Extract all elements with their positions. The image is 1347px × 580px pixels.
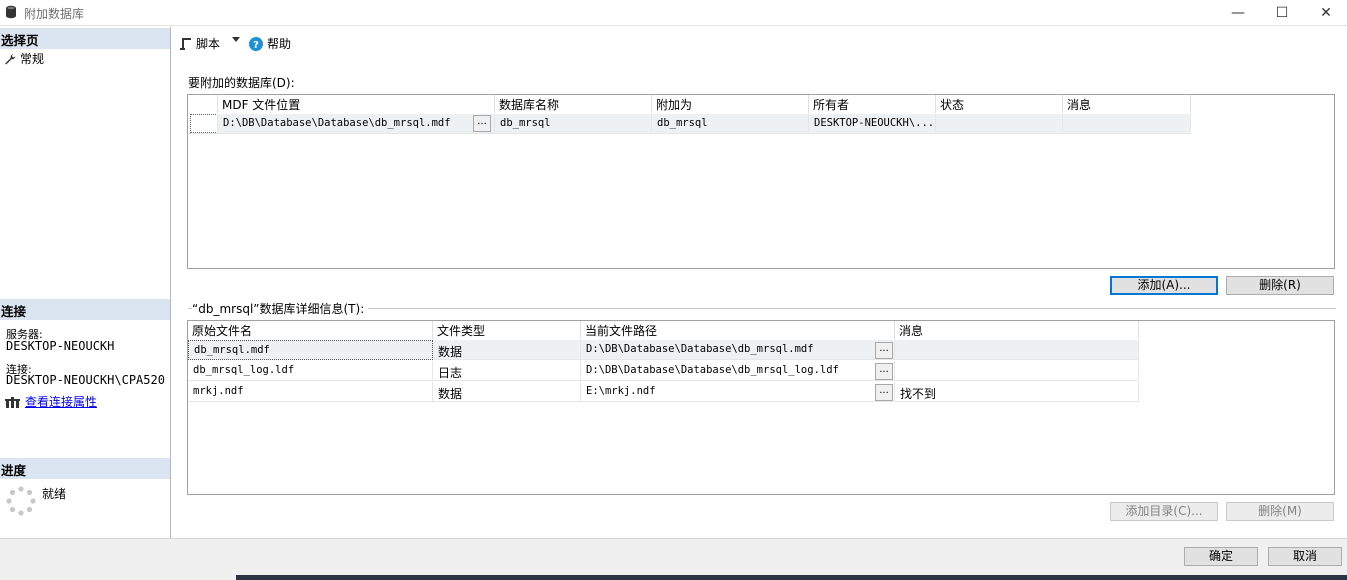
details-cell-file[interactable]: db_mrsql.mdf	[188, 340, 433, 360]
maximize-icon: ☐	[1275, 5, 1289, 21]
details-cell-path[interactable]: D:\DB\Database\Database\db_mrsql_log.ldf	[581, 361, 895, 381]
minimize-icon: —	[1231, 5, 1245, 21]
connection-header: 连接	[0, 299, 170, 320]
title-bar: 附加数据库 — ☐ ✕	[0, 0, 1347, 26]
script-icon	[180, 37, 191, 50]
attach-col-message[interactable]: 消息	[1063, 95, 1191, 113]
table-row[interactable]: D:\DB\Database\Database\db_mrsql.mdf ...…	[188, 114, 1191, 134]
server-value: DESKTOP-NEOUCKH	[6, 339, 115, 353]
connection-value: DESKTOP-NEOUCKH\CPA520	[6, 373, 165, 387]
database-icon	[6, 5, 16, 19]
details-col-message[interactable]: 消息	[895, 321, 1139, 339]
row-selector[interactable]	[188, 114, 218, 134]
details-browse-button[interactable]: ...	[875, 342, 893, 359]
attach-col-status[interactable]: 状态	[936, 95, 1063, 113]
add-button[interactable]: 添加(A)...	[1110, 276, 1218, 295]
progress-spinner-icon	[6, 486, 36, 516]
progress-status: 就绪	[42, 487, 67, 501]
attach-cell-mdf[interactable]: D:\DB\Database\Database\db_mrsql.mdf	[218, 114, 495, 134]
dialog-footer: 确定 取消	[0, 538, 1347, 580]
details-cell-type[interactable]: 数据	[433, 340, 581, 360]
attach-group-label: 要附加的数据库(D):	[188, 76, 295, 90]
details-cell-path[interactable]: E:\mrkj.ndf	[581, 382, 895, 402]
chevron-down-icon	[232, 37, 240, 42]
details-grid[interactable]: 原始文件名 文件类型 当前文件路径 消息 db_mrsql.mdf 数据 D:\…	[187, 320, 1335, 495]
details-cell-type[interactable]: 日志	[433, 361, 581, 381]
attach-row-header-corner	[188, 95, 218, 113]
attach-browse-button[interactable]: ...	[473, 115, 491, 132]
taskbar-strip	[236, 575, 1347, 580]
connection-properties-icon	[5, 396, 20, 408]
select-page-header: 选择页	[0, 28, 170, 49]
details-col-path[interactable]: 当前文件路径	[581, 321, 895, 339]
window-title: 附加数据库	[24, 7, 85, 21]
attach-cell-name[interactable]: db_mrsql	[495, 114, 652, 134]
details-group-label: “db_mrsql”数据库详细信息(T):	[192, 300, 369, 317]
details-browse-button[interactable]: ...	[875, 384, 893, 401]
main-pane: 脚本 ? 帮助 要附加的数据库(D): MDF 文件位置 数据库名称 附加为 所…	[172, 27, 1347, 538]
attach-col-attach-as[interactable]: 附加为	[652, 95, 809, 113]
attach-col-mdf[interactable]: MDF 文件位置	[218, 95, 495, 113]
details-col-type[interactable]: 文件类型	[433, 321, 581, 339]
details-cell-message	[895, 340, 1139, 360]
details-col-file[interactable]: 原始文件名	[188, 321, 433, 339]
view-connection-properties[interactable]: 查看连接属性	[5, 393, 97, 410]
attach-cell-attach-as[interactable]: db_mrsql	[652, 114, 809, 134]
ok-button[interactable]: 确定	[1184, 547, 1258, 566]
view-connection-properties-link[interactable]: 查看连接属性	[25, 393, 97, 410]
details-cell-type[interactable]: 数据	[433, 382, 581, 402]
minimize-button[interactable]: —	[1215, 0, 1261, 26]
details-remove-button[interactable]: 删除(M)	[1226, 502, 1334, 521]
progress-header: 进度	[0, 458, 170, 479]
help-button[interactable]: ? 帮助	[249, 35, 291, 52]
help-label: 帮助	[267, 37, 292, 51]
page-item-general[interactable]: 常规	[4, 50, 44, 67]
left-pane: 选择页 常规 连接 服务器: DESKTOP-NEOUCKH 连接: DESKT…	[0, 27, 171, 538]
details-cell-message	[895, 361, 1139, 381]
script-button[interactable]: 脚本	[180, 35, 220, 52]
script-dropdown[interactable]	[232, 37, 240, 43]
add-catalog-button[interactable]: 添加目录(C)...	[1110, 502, 1218, 521]
details-cell-file[interactable]: mrkj.ndf	[188, 382, 433, 402]
table-row[interactable]: mrkj.ndf 数据 E:\mrkj.ndf ... 找不到	[188, 382, 1139, 402]
close-icon: ✕	[1320, 5, 1332, 21]
details-cell-file[interactable]: db_mrsql_log.ldf	[188, 361, 433, 381]
remove-button[interactable]: 删除(R)	[1226, 276, 1334, 295]
page-item-label: 常规	[20, 52, 45, 66]
table-row[interactable]: db_mrsql_log.ldf 日志 D:\DB\Database\Datab…	[188, 361, 1139, 381]
attach-cell-message	[1063, 114, 1191, 134]
cancel-button[interactable]: 取消	[1268, 547, 1342, 566]
wrench-icon	[5, 53, 16, 64]
attach-cell-owner[interactable]: DESKTOP-NEOUCKH\...	[809, 114, 936, 134]
help-icon: ?	[249, 36, 263, 51]
close-button[interactable]: ✕	[1303, 0, 1347, 26]
maximize-button[interactable]: ☐	[1259, 0, 1305, 26]
details-browse-button[interactable]: ...	[875, 363, 893, 380]
svg-text:?: ?	[253, 40, 259, 51]
script-label: 脚本	[196, 37, 221, 51]
attach-cell-status	[936, 114, 1063, 134]
attach-col-name[interactable]: 数据库名称	[495, 95, 652, 113]
attach-grid[interactable]: MDF 文件位置 数据库名称 附加为 所有者 状态 消息 D:\DB\Datab…	[187, 94, 1335, 269]
table-row[interactable]: db_mrsql.mdf 数据 D:\DB\Database\Database\…	[188, 340, 1139, 360]
details-cell-path[interactable]: D:\DB\Database\Database\db_mrsql.mdf	[581, 340, 895, 360]
attach-col-owner[interactable]: 所有者	[809, 95, 936, 113]
details-cell-message: 找不到	[895, 382, 1139, 402]
